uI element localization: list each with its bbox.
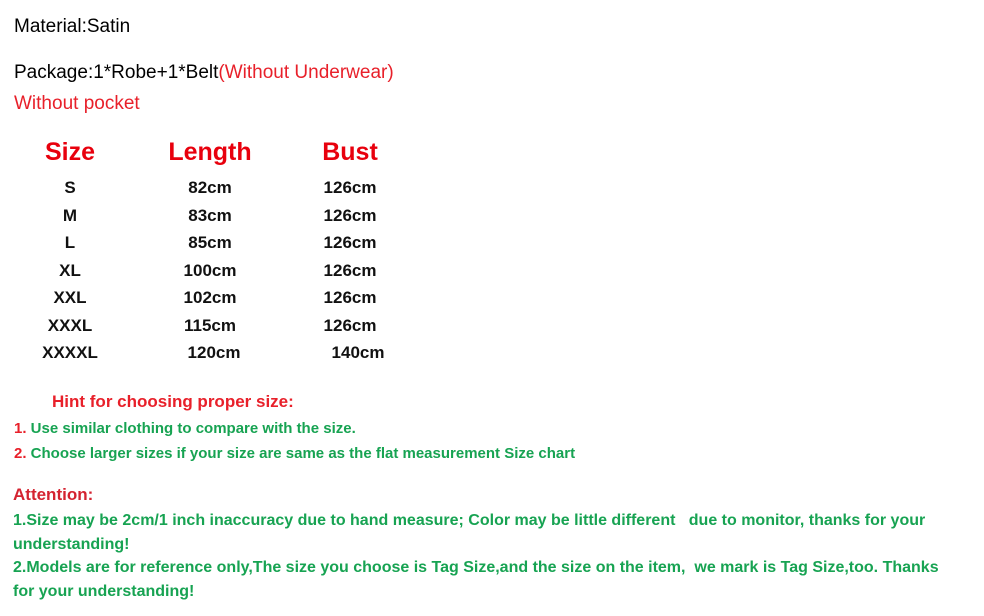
cell-length: 85cm <box>188 233 232 252</box>
attention-line-2: 2.Models are for reference only,The size… <box>13 559 944 600</box>
cell-bust: 126cm <box>323 178 377 197</box>
package-label: Package:1*Robe+1*Belt <box>14 62 219 83</box>
package-note: (Without Underwear) <box>218 62 394 83</box>
cell-length: 115cm <box>184 315 236 335</box>
cell-size: M <box>62 205 78 225</box>
table-row: XXXL 115cm 126cm <box>0 312 420 340</box>
cell-size: XL <box>59 260 81 280</box>
table-row: L 85cm 126cm <box>0 229 420 257</box>
attention-line-1: 1.Size may be 2cm/1 inch inaccuracy due … <box>13 512 930 553</box>
cell-bust: 126cm <box>323 205 377 225</box>
hint-item-1: 1. Use similar clothing to compare with … <box>14 418 356 439</box>
hint-item-2-number: 2. <box>14 445 27 462</box>
attention-title: Attention: <box>13 485 94 504</box>
pocket-note: Without pocket <box>14 93 140 114</box>
hint-item-2: 2. Choose larger sizes if your size are … <box>14 443 575 464</box>
cell-size: XXL <box>53 288 87 307</box>
material-line: Material:Satin <box>14 16 131 37</box>
cell-bust: 126cm <box>323 315 377 335</box>
cell-size: XXXL <box>47 315 93 335</box>
cell-size: XXXXL <box>42 343 98 362</box>
size-chart-document: Material:Satin Package:1*Robe+1*Belt(Wit… <box>0 0 984 616</box>
cell-length: 82cm <box>188 178 232 197</box>
cell-size: S <box>64 178 76 197</box>
table-row: M 83cm 126cm <box>0 202 420 230</box>
table-row: XL 100cm 126cm <box>0 257 420 285</box>
cell-bust: 126cm <box>323 233 377 252</box>
cell-bust: 126cm <box>323 288 377 307</box>
cell-bust: 140cm <box>331 343 385 362</box>
package-line: Package:1*Robe+1*Belt(Without Underwear) <box>14 60 394 86</box>
cell-length: 102cm <box>183 288 237 307</box>
table-row: XXL 102cm 126cm <box>0 284 420 312</box>
hint-item-1-text: Use similar clothing to compare with the… <box>26 420 356 437</box>
attention-body: 1.Size may be 2cm/1 inch inaccuracy due … <box>13 509 953 603</box>
column-header-size: Size <box>44 138 96 166</box>
column-header-bust: Bust <box>322 138 378 166</box>
cell-size: L <box>64 233 76 252</box>
cell-length: 100cm <box>183 260 237 280</box>
hint-item-1-number: 1. <box>14 420 27 437</box>
table-row: S 82cm 126cm <box>0 174 420 202</box>
cell-bust: 126cm <box>323 260 377 280</box>
hint-title: Hint for choosing proper size: <box>52 392 294 411</box>
table-header-row: Size Length Bust <box>0 136 420 174</box>
table-row: XXXXL 120cm 140cm <box>0 339 420 367</box>
column-header-length: Length <box>168 138 252 166</box>
cell-length: 120cm <box>187 343 241 362</box>
cell-length: 83cm <box>188 205 232 225</box>
size-chart-table: Size Length Bust S 82cm 126cm M 83cm 126… <box>0 136 420 367</box>
hint-item-2-text: Choose larger sizes if your size are sam… <box>26 445 576 462</box>
